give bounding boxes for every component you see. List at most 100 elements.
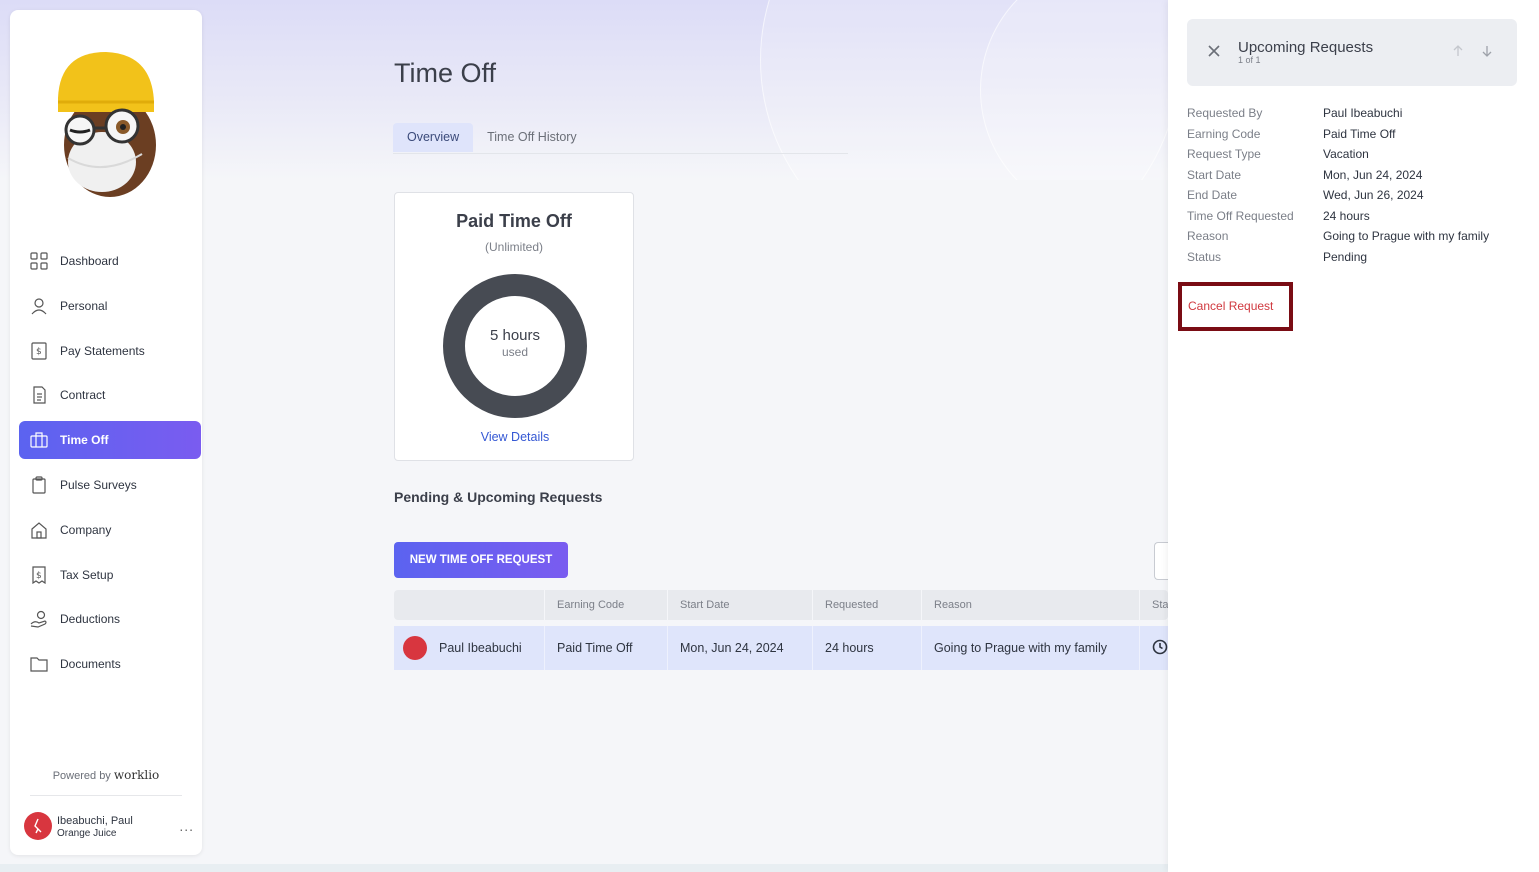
- detail-key: Earning Code: [1187, 126, 1261, 141]
- detail-key: Request Type: [1187, 147, 1261, 161]
- table-row[interactable]: Paul Ibeabuchi Paid Time Off Mon, Jun 24…: [394, 626, 1168, 670]
- panel-header: Upcoming Requests 1 of 1: [1187, 19, 1517, 86]
- new-time-off-request-button[interactable]: NEW TIME OFF REQUEST: [394, 542, 568, 578]
- folder-icon: [30, 655, 48, 673]
- sidebar-item-company[interactable]: Company: [19, 511, 201, 549]
- request-details: Requested By Paul Ibeabuchi Earning Code P…: [1187, 105, 1527, 269]
- view-details-link[interactable]: View Details: [395, 430, 635, 444]
- powered-by-text: Powered by: [52, 770, 111, 782]
- detail-key: Reason: [1187, 229, 1229, 243]
- sidebar-item-pay-statements[interactable]: $ Pay Statements: [19, 332, 201, 370]
- col-header-earning-code: Earning Code: [545, 590, 668, 620]
- sidebar-item-dashboard[interactable]: Dashboard: [19, 242, 201, 280]
- avatar: [24, 812, 52, 840]
- detail-value: Pending: [1323, 249, 1368, 264]
- panel-title: Upcoming Requests: [1238, 39, 1374, 56]
- person-icon: [30, 297, 48, 315]
- detail-row: Reason Going to Prague with my family: [1187, 228, 1527, 249]
- sidebar-item-documents[interactable]: Documents: [19, 645, 201, 683]
- arrow-down-icon[interactable]: [1480, 44, 1494, 58]
- col-header-start-date: Start Date: [668, 590, 813, 620]
- sidebar-item-deductions[interactable]: Deductions: [19, 600, 201, 638]
- hand-dollar-icon: [30, 610, 48, 628]
- detail-row: Status Pending: [1187, 249, 1527, 270]
- close-icon[interactable]: [1207, 44, 1221, 58]
- request-detail-panel: Upcoming Requests 1 of 1 Requested By Pau…: [1168, 0, 1539, 872]
- pto-card-title: Paid Time Off: [456, 211, 572, 231]
- col-header-reason: Reason: [922, 590, 1140, 620]
- sidebar-item-label: Documents: [60, 657, 121, 672]
- pto-card-subtitle: (Unlimited): [484, 240, 543, 254]
- user-company: Orange Juice: [57, 827, 117, 839]
- cancel-request-button[interactable]: Cancel Request: [1188, 299, 1273, 313]
- cell-requested: 24 hours: [813, 626, 922, 670]
- arrow-up-icon[interactable]: [1451, 44, 1465, 58]
- col-header-requested: Requested: [813, 590, 922, 620]
- sidebar-item-label: Pulse Surveys: [60, 477, 137, 492]
- dollar-document-icon: $: [30, 341, 48, 360]
- user-memoji-avatar: [50, 50, 170, 200]
- sidebar-item-label: Contract: [60, 388, 106, 403]
- detail-key: End Date: [1187, 188, 1238, 202]
- detail-value: Mon, Jun 24, 2024: [1323, 167, 1423, 182]
- panel-count: 1 of 1: [1238, 55, 1261, 65]
- cell-start-date: Mon, Jun 24, 2024: [668, 626, 813, 670]
- cell-reason: Going to Prague with my family: [922, 626, 1140, 670]
- sidebar-item-label: Deductions: [60, 612, 121, 627]
- sidebar-nav: Dashboard Personal $ Pay Statements Cont…: [19, 242, 201, 690]
- sidebar-item-label: Company: [60, 522, 112, 537]
- powered-by: Powered by worklio: [10, 768, 202, 782]
- detail-row: Start Date Mon, Jun 24, 2024: [1187, 167, 1527, 188]
- briefcase-icon: [30, 431, 48, 449]
- requests-table: Earning Code Start Date Requested Reason…: [394, 590, 1168, 670]
- tab-bar: Overview Time Off History: [393, 123, 591, 153]
- avatar: [403, 636, 427, 660]
- pto-used-value: 5 hours: [489, 327, 541, 344]
- detail-key: Time Off Requested: [1187, 208, 1294, 223]
- sidebar-item-label: Dashboard: [60, 254, 119, 268]
- more-options-button[interactable]: ...: [179, 818, 194, 834]
- sidebar-item-time-off[interactable]: Time Off: [19, 421, 201, 460]
- cell-name: Paul Ibeabuchi: [394, 626, 545, 670]
- sidebar-item-label: Time Off: [60, 433, 109, 448]
- detail-row: Earning Code Paid Time Off: [1187, 126, 1527, 147]
- col-header-name: [394, 590, 545, 620]
- detail-row: Request Type Vacation: [1187, 146, 1527, 167]
- clipboard-icon: [30, 476, 48, 494]
- pto-used-unit: used: [501, 345, 529, 359]
- detail-value: 24 hours: [1323, 208, 1370, 223]
- contract-document-icon: [30, 386, 48, 404]
- tax-receipt-icon: $: [30, 565, 48, 584]
- detail-value: Wed, Jun 26, 2024: [1323, 188, 1424, 202]
- pto-donut-label: 5 hours used: [442, 327, 588, 359]
- detail-value: Paid Time Off: [1323, 126, 1396, 141]
- cell-status: [1140, 639, 1168, 658]
- page-title: Time Off: [394, 58, 497, 88]
- detail-key: Start Date: [1187, 167, 1242, 182]
- home-icon: [30, 521, 48, 539]
- row-name: Paul Ibeabuchi: [439, 641, 522, 655]
- col-header-status: Sta: [1152, 599, 1168, 611]
- table-header: Earning Code Start Date Requested Reason…: [394, 590, 1168, 620]
- sidebar-item-pulse-surveys[interactable]: Pulse Surveys: [19, 466, 201, 504]
- sidebar-item-label: Pay Statements: [60, 343, 145, 358]
- sidebar-item-personal[interactable]: Personal: [19, 287, 201, 325]
- tab-overview[interactable]: Overview: [393, 123, 474, 152]
- sidebar-item-label: Tax Setup: [60, 567, 114, 582]
- detail-key: Requested By: [1187, 106, 1263, 120]
- detail-row: Time Off Requested 24 hours: [1187, 208, 1527, 229]
- tab-time-off-history[interactable]: Time Off History: [473, 123, 591, 152]
- cell-earning-code: Paid Time Off: [545, 626, 668, 670]
- sidebar-item-contract[interactable]: Contract: [19, 376, 201, 414]
- dashboard-grid-icon: [30, 252, 48, 270]
- detail-key: Status: [1187, 249, 1222, 264]
- detail-value: Vacation: [1323, 147, 1369, 161]
- user-profile[interactable]: Ibeabuchi, Paul Orange Juice ...: [24, 810, 194, 842]
- sidebar-item-tax-setup[interactable]: $ Tax Setup: [19, 556, 201, 594]
- sidebar: Dashboard Personal $ Pay Statements Cont…: [10, 10, 202, 855]
- detail-row: End Date Wed, Jun 26, 2024: [1187, 187, 1527, 208]
- sidebar-divider: [30, 795, 182, 796]
- pending-requests-title: Pending & Upcoming Requests: [394, 489, 603, 505]
- svg-text:$: $: [36, 347, 42, 357]
- clock-icon: [1152, 639, 1168, 654]
